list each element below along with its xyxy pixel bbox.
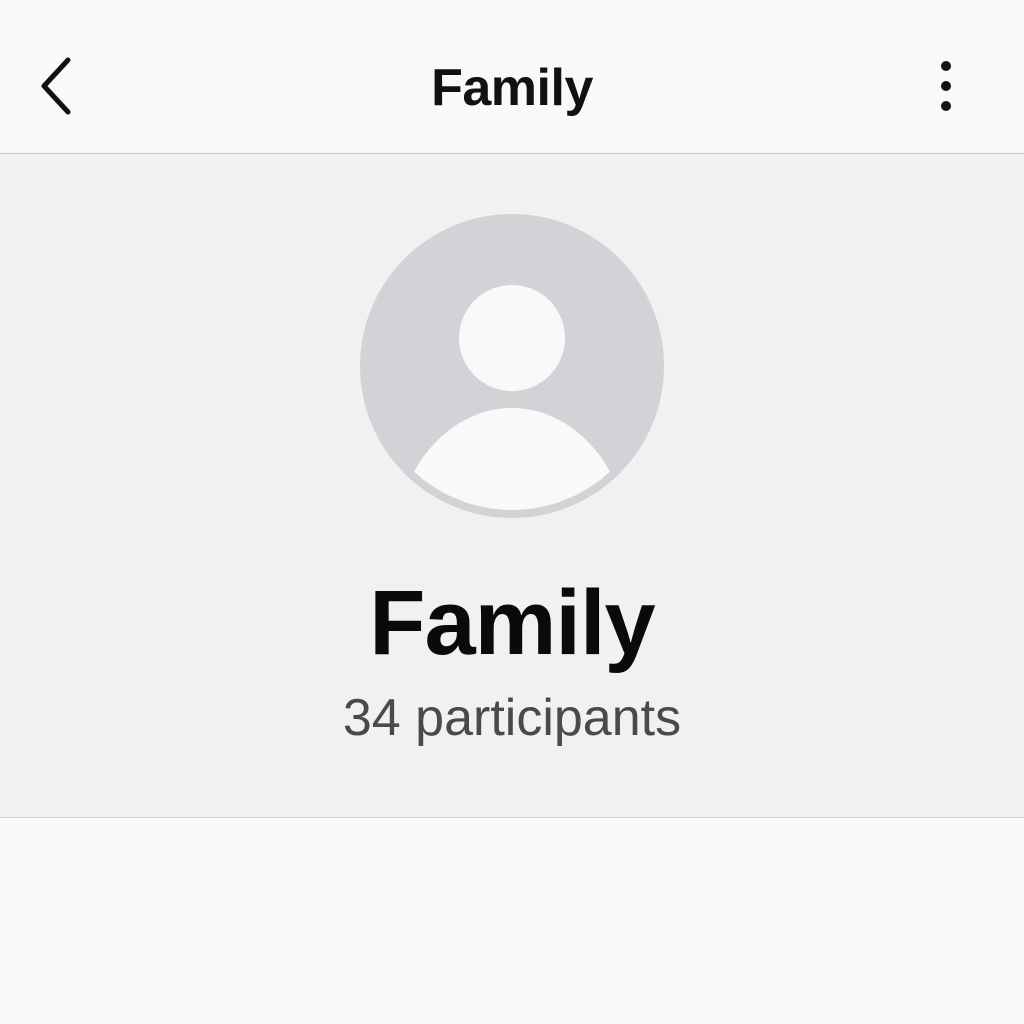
nav-title: Family	[431, 59, 593, 117]
navigation-bar: Family	[0, 0, 1024, 154]
group-header: Family 34 participants	[0, 154, 1024, 818]
chevron-left-icon	[41, 57, 71, 115]
group-name: Family	[369, 572, 655, 674]
person-placeholder-icon	[360, 214, 664, 518]
vertical-ellipsis-icon	[941, 61, 951, 111]
group-info-screen: Family Family 34 participants	[0, 0, 1024, 1024]
content-area	[0, 818, 1024, 1024]
participants-count[interactable]: 34 participants	[212, 684, 812, 752]
more-options-button[interactable]	[906, 44, 986, 128]
back-button[interactable]	[22, 44, 94, 128]
avatar[interactable]	[360, 214, 664, 518]
